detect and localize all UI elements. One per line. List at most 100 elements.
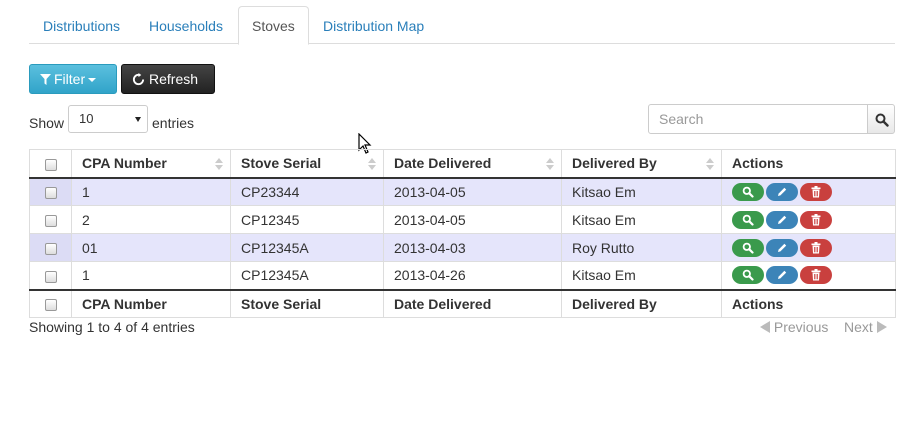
- row-checkbox[interactable]: [44, 242, 57, 255]
- tab-distributions[interactable]: Distributions: [29, 6, 134, 44]
- view-button[interactable]: [732, 182, 764, 201]
- caret-down-icon: [88, 78, 97, 83]
- delivered-by-cell: Kitsao Em: [561, 177, 722, 206]
- cpa-number-cell: 2: [71, 205, 231, 234]
- arrow-left-icon: [760, 321, 770, 333]
- footer-date-delivered: Date Delivered: [383, 288, 562, 318]
- next-label: Next: [844, 319, 873, 335]
- row-checkbox[interactable]: [44, 214, 57, 227]
- tab-distribution-map[interactable]: Distribution Map: [309, 6, 438, 44]
- actions-cell: [721, 177, 896, 206]
- refresh-button[interactable]: Refresh: [121, 64, 215, 94]
- date-delivered-cell: 2013-04-05: [383, 205, 562, 234]
- trash-icon: [811, 269, 821, 281]
- pencil-icon: [778, 243, 787, 252]
- previous-button[interactable]: Previous: [760, 319, 828, 335]
- actions-cell: [721, 261, 896, 290]
- pencil-icon: [778, 215, 787, 224]
- refresh-label: Refresh: [149, 71, 199, 87]
- date-delivered-cell: 2013-04-05: [383, 177, 562, 206]
- next-button[interactable]: Next: [844, 319, 887, 335]
- search-icon: [742, 242, 754, 254]
- entries-select-value: 10: [79, 111, 94, 126]
- refresh-icon: [132, 73, 145, 86]
- select-all-checkbox[interactable]: [44, 158, 57, 171]
- cpa-number-cell: 1: [71, 177, 231, 206]
- tab-stoves[interactable]: Stoves: [238, 6, 309, 45]
- header-label: CPA Number: [82, 155, 167, 172]
- delete-button[interactable]: [800, 238, 832, 257]
- view-button[interactable]: [732, 238, 764, 257]
- table-row[interactable]: 01 CP12345A 2013-04-03 Roy Rutto: [29, 233, 896, 262]
- search-icon: [742, 186, 754, 198]
- row-checkbox[interactable]: [44, 187, 57, 200]
- header-label: Date Delivered: [394, 155, 492, 172]
- pencil-icon: [778, 187, 787, 196]
- trash-icon: [811, 241, 821, 254]
- footer-actions: Actions: [721, 288, 896, 318]
- sort-icon: [215, 158, 223, 170]
- delivered-by-cell: Kitsao Em: [561, 261, 722, 290]
- select-all-checkbox[interactable]: [44, 299, 57, 312]
- entries-label: entries: [152, 115, 195, 131]
- stove-serial-cell: CP12345A: [230, 233, 384, 262]
- table-info: Showing 1 to 4 of 4 entries: [29, 319, 195, 335]
- cpa-number-cell: 1: [71, 261, 231, 290]
- edit-button[interactable]: [766, 210, 798, 229]
- row-select-cell: [29, 177, 72, 206]
- row-select-cell: [29, 261, 72, 290]
- arrow-right-icon: [876, 321, 887, 333]
- trash-icon: [811, 213, 821, 226]
- stove-serial-cell: CP23344: [230, 177, 384, 206]
- edit-button[interactable]: [766, 182, 798, 201]
- actions-cell: [721, 205, 896, 234]
- sort-icon: [706, 158, 714, 170]
- actions-cell: [721, 233, 896, 262]
- header-delivered-by[interactable]: Delivered By: [561, 149, 722, 179]
- stove-serial-cell: CP12345A: [230, 261, 384, 290]
- edit-button[interactable]: [766, 266, 798, 285]
- search-button[interactable]: [867, 104, 895, 134]
- entries-select[interactable]: 10: [68, 105, 148, 133]
- header-cpa-number[interactable]: CPA Number: [71, 149, 231, 179]
- edit-button[interactable]: [766, 238, 798, 257]
- delete-button[interactable]: [800, 210, 832, 229]
- delete-button[interactable]: [800, 266, 832, 285]
- row-select-cell: [29, 205, 72, 234]
- footer-stove-serial: Stove Serial: [230, 288, 384, 318]
- search-icon: [875, 113, 889, 127]
- table-row[interactable]: 1 CP23344 2013-04-05 Kitsao Em: [29, 177, 896, 206]
- table-footer-row: CPA Number Stove Serial Date Delivered D…: [29, 288, 896, 318]
- tab-households[interactable]: Households: [135, 6, 237, 44]
- delete-button[interactable]: [800, 182, 832, 201]
- dropdown-arrow-icon: [135, 117, 141, 122]
- select-all-footer: [29, 288, 72, 318]
- header-date-delivered[interactable]: Date Delivered: [383, 149, 562, 179]
- view-button[interactable]: [732, 210, 764, 229]
- filter-icon: [40, 74, 51, 85]
- filter-label: Filter: [54, 71, 86, 87]
- footer-cpa-number: CPA Number: [71, 288, 231, 318]
- table-row[interactable]: 1 CP12345A 2013-04-26 Kitsao Em: [29, 261, 896, 290]
- footer-delivered-by: Delivered By: [561, 288, 722, 318]
- filter-button[interactable]: Filter: [29, 64, 117, 94]
- search-input[interactable]: [648, 104, 868, 134]
- header-stove-serial[interactable]: Stove Serial: [230, 149, 384, 179]
- select-all-header: [29, 149, 72, 179]
- date-delivered-cell: 2013-04-26: [383, 261, 562, 290]
- view-button[interactable]: [732, 266, 764, 285]
- date-delivered-cell: 2013-04-03: [383, 233, 562, 262]
- header-label: Delivered By: [572, 155, 657, 172]
- search-icon: [742, 270, 754, 281]
- search-icon: [742, 214, 754, 226]
- stove-serial-cell: CP12345: [230, 205, 384, 234]
- table-header-row: CPA Number Stove Serial Date Delivered D…: [29, 149, 896, 179]
- previous-label: Previous: [773, 319, 829, 335]
- trash-icon: [811, 185, 821, 198]
- table-row[interactable]: 2 CP12345 2013-04-05 Kitsao Em: [29, 205, 896, 234]
- pencil-icon: [778, 271, 787, 280]
- nav-tabs: Distributions Households Stoves Distribu…: [29, 6, 895, 45]
- row-checkbox[interactable]: [44, 270, 57, 283]
- show-label: Show: [29, 115, 65, 131]
- sort-icon: [368, 158, 376, 170]
